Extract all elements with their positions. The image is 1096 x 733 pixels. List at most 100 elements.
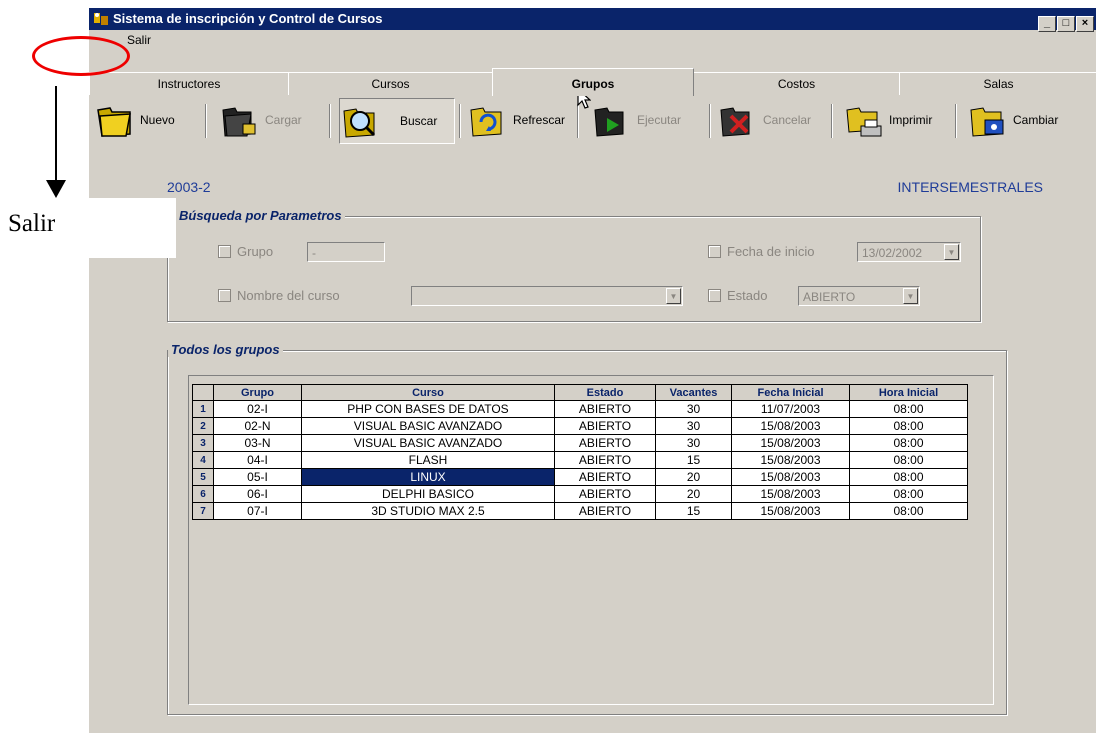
cell-hora[interactable]: 08:00	[849, 468, 968, 486]
cell-vacantes[interactable]: 30	[655, 434, 732, 452]
highlight-ellipse	[32, 36, 130, 76]
folder-lock-icon	[222, 107, 256, 137]
table-row[interactable]: 2 02-N VISUAL BASIC AVANZADO ABIERTO 30 …	[192, 417, 968, 435]
cell-hora[interactable]: 08:00	[849, 434, 968, 452]
fecha-value: 13/02/2002	[862, 246, 923, 260]
grupo-filter[interactable]: Grupo	[218, 244, 273, 259]
imprimir-button[interactable]: Imprimir	[843, 98, 932, 142]
cambiar-button[interactable]: Cambiar	[967, 98, 1058, 142]
cell-curso[interactable]: FLASH	[301, 451, 555, 469]
estado-filter[interactable]: Estado	[708, 288, 767, 303]
annotation-line	[55, 86, 57, 181]
col-curso[interactable]: Curso	[301, 384, 555, 401]
nombre-checkbox[interactable]	[218, 289, 231, 302]
ejecutar-button[interactable]: Ejecutar	[591, 98, 681, 142]
cell-estado[interactable]: ABIERTO	[554, 400, 656, 418]
col-estado[interactable]: Estado	[554, 384, 656, 401]
cell-grupo[interactable]: 03-N	[213, 434, 302, 452]
cell-vacantes[interactable]: 20	[655, 468, 732, 486]
cell-vacantes[interactable]: 30	[655, 417, 732, 435]
cell-hora[interactable]: 08:00	[849, 502, 968, 520]
cell-estado[interactable]: ABIERTO	[554, 417, 656, 435]
refrescar-button[interactable]: Refrescar	[467, 98, 565, 142]
buscar-label: Buscar	[400, 114, 438, 128]
table-row[interactable]: 3 03-N VISUAL BASIC AVANZADO ABIERTO 30 …	[192, 434, 968, 452]
corner-cell	[192, 384, 214, 401]
table-row-selected[interactable]: 5 05-I LINUX ABIERTO 20 15/08/2003 08:00	[192, 468, 968, 486]
estado-checkbox[interactable]	[708, 289, 721, 302]
cell-estado[interactable]: ABIERTO	[554, 502, 656, 520]
cell-grupo[interactable]: 07-I	[213, 502, 302, 520]
table-row[interactable]: 7 07-I 3D STUDIO MAX 2.5 ABIERTO 15 15/0…	[192, 502, 968, 520]
cell-fecha[interactable]: 15/08/2003	[731, 434, 850, 452]
cell-curso[interactable]: DELPHI BASICO	[301, 485, 555, 503]
cancel-icon	[720, 107, 750, 137]
cell-hora[interactable]: 08:00	[849, 485, 968, 503]
chevron-down-icon[interactable]: ▼	[944, 244, 959, 260]
table-header-row: Grupo Curso Estado Vacantes Fecha Inicia…	[192, 384, 968, 401]
table-row[interactable]: 1 02-I PHP CON BASES DE DATOS ABIERTO 30…	[192, 400, 968, 418]
cell-fecha[interactable]: 15/08/2003	[731, 451, 850, 469]
cell-fecha[interactable]: 15/08/2003	[731, 417, 850, 435]
cell-curso[interactable]: VISUAL BASIC AVANZADO	[301, 434, 555, 452]
ejecutar-label: Ejecutar	[637, 113, 682, 127]
cell-curso[interactable]: VISUAL BASIC AVANZADO	[301, 417, 555, 435]
tab-costos[interactable]: Costos	[693, 72, 900, 95]
cell-grupo[interactable]: 05-I	[213, 468, 302, 486]
chevron-down-icon[interactable]: ▼	[666, 288, 681, 304]
menu-item-salir[interactable]: Salir	[127, 30, 151, 50]
cell-fecha[interactable]: 15/08/2003	[731, 485, 850, 503]
cell-curso[interactable]: 3D STUDIO MAX 2.5	[301, 502, 555, 520]
app-icon	[94, 13, 108, 25]
cell-vacantes[interactable]: 15	[655, 502, 732, 520]
nombre-filter[interactable]: Nombre del curso	[218, 288, 340, 303]
cell-grupo[interactable]: 02-I	[213, 400, 302, 418]
cell-grupo[interactable]: 02-N	[213, 417, 302, 435]
fecha-checkbox[interactable]	[708, 245, 721, 258]
cancelar-button[interactable]: Cancelar	[717, 98, 811, 142]
cell-vacantes[interactable]: 30	[655, 400, 732, 418]
cell-estado[interactable]: ABIERTO	[554, 451, 656, 469]
estado-value: ABIERTO	[803, 290, 856, 304]
buscar-button[interactable]: Buscar	[339, 98, 455, 144]
cell-estado[interactable]: ABIERTO	[554, 468, 656, 486]
cargar-button[interactable]: Cargar	[219, 98, 302, 142]
nuevo-button[interactable]: Nuevo	[94, 98, 175, 142]
cell-vacantes[interactable]: 20	[655, 485, 732, 503]
fecha-select[interactable]: 13/02/2002 ▼	[857, 242, 961, 262]
grupo-input[interactable]: -	[307, 242, 385, 262]
chevron-down-icon[interactable]: ▼	[903, 288, 918, 304]
folder-change-icon	[970, 107, 1004, 137]
estado-select[interactable]: ABIERTO ▼	[798, 286, 920, 306]
cell-grupo[interactable]: 06-I	[213, 485, 302, 503]
nombre-select[interactable]: ▼	[411, 286, 683, 306]
cell-hora[interactable]: 08:00	[849, 400, 968, 418]
cell-grupo[interactable]: 04-I	[213, 451, 302, 469]
tab-instructores[interactable]: Instructores	[89, 72, 289, 95]
col-fecha-inicial[interactable]: Fecha Inicial	[731, 384, 850, 401]
table-row[interactable]: 4 04-I FLASH ABIERTO 15 15/08/2003 08:00	[192, 451, 968, 469]
cell-hora[interactable]: 08:00	[849, 417, 968, 435]
grupo-checkbox[interactable]	[218, 245, 231, 258]
col-hora-inicial[interactable]: Hora Inicial	[849, 384, 968, 401]
cell-curso[interactable]: PHP CON BASES DE DATOS	[301, 400, 555, 418]
cell-fecha[interactable]: 15/08/2003	[731, 468, 850, 486]
fecha-label: Fecha de inicio	[727, 244, 815, 259]
col-vacantes[interactable]: Vacantes	[655, 384, 732, 401]
tab-cursos[interactable]: Cursos	[288, 72, 493, 95]
fecha-filter[interactable]: Fecha de inicio	[708, 244, 814, 259]
cell-estado[interactable]: ABIERTO	[554, 434, 656, 452]
cell-vacantes[interactable]: 15	[655, 451, 732, 469]
cell-fecha[interactable]: 15/08/2003	[731, 502, 850, 520]
cell-fecha[interactable]: 11/07/2003	[731, 400, 850, 418]
col-grupo[interactable]: Grupo	[213, 384, 302, 401]
tab-grupos[interactable]: Grupos	[492, 68, 694, 96]
table-row[interactable]: 6 06-I DELPHI BASICO ABIERTO 20 15/08/20…	[192, 485, 968, 503]
cell-curso-selected[interactable]: LINUX	[301, 468, 555, 486]
groups-grid[interactable]: Grupo Curso Estado Vacantes Fecha Inicia…	[188, 375, 994, 705]
cell-estado[interactable]: ABIERTO	[554, 485, 656, 503]
tab-salas[interactable]: Salas	[899, 72, 1096, 95]
cell-hora[interactable]: 08:00	[849, 451, 968, 469]
title-bar[interactable]: Sistema de inscripción y Control de Curs…	[89, 8, 1096, 32]
row-number: 3	[192, 434, 214, 452]
